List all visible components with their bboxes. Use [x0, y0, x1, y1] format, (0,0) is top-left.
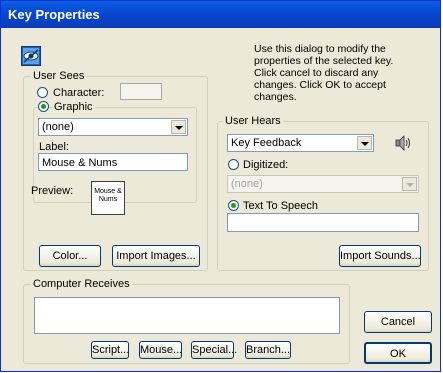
import-sounds-button[interactable]: Import Sounds... [339, 245, 421, 267]
mouse-button[interactable]: Mouse... [139, 341, 182, 359]
key-preview: Mouse & Nums [91, 181, 125, 215]
chevron-down-icon[interactable] [402, 177, 417, 191]
import-images-button[interactable]: Import Images... [112, 245, 200, 267]
instructions-text: Use this dialog to modify the properties… [254, 43, 394, 103]
graphic-radio[interactable] [38, 101, 49, 112]
chevron-down-icon[interactable] [357, 136, 372, 150]
color-button[interactable]: Color... [39, 245, 101, 267]
feedback-select[interactable]: Key Feedback [227, 134, 374, 152]
window-title: Key Properties [8, 7, 100, 22]
text-to-speech-label: Text To Speech [243, 200, 319, 212]
text-to-speech-radio[interactable] [228, 200, 239, 211]
digitized-select[interactable]: (none) [227, 175, 419, 193]
computer-receives-label: Computer Receives [31, 278, 132, 290]
character-label: Character: [53, 87, 105, 99]
preview-caption: Preview: [31, 185, 74, 197]
cancel-button[interactable]: Cancel [364, 311, 432, 333]
digitized-radio[interactable] [228, 159, 239, 170]
special-button[interactable]: Special... [191, 341, 237, 359]
speaker-icon[interactable] [394, 135, 412, 151]
label-caption: Label: [39, 141, 69, 153]
title-bar: Key Properties [1, 1, 440, 28]
user-hears-label: User Hears [223, 115, 283, 127]
graphic-select[interactable]: (none) [38, 118, 188, 136]
chevron-down-icon[interactable] [171, 120, 186, 134]
character-field[interactable] [120, 83, 162, 100]
text-to-speech-input[interactable] [227, 213, 419, 232]
script-button[interactable]: Script... [91, 341, 129, 359]
eye-key-icon [21, 46, 41, 66]
key-properties-dialog: Key Properties Use this dialog to modify… [0, 0, 441, 372]
graphic-label: Graphic [52, 101, 95, 113]
ok-button[interactable]: OK [364, 342, 432, 364]
computer-receives-input[interactable] [34, 297, 340, 334]
label-input[interactable]: Mouse & Nums [38, 153, 188, 171]
user-sees-label: User Sees [31, 70, 87, 82]
branch-button[interactable]: Branch... [245, 341, 291, 359]
character-radio[interactable] [37, 87, 48, 98]
digitized-label: Digitized: [243, 159, 289, 171]
